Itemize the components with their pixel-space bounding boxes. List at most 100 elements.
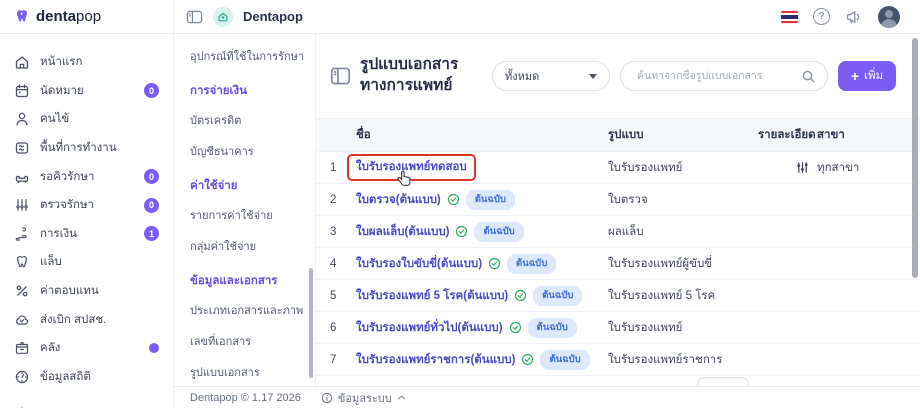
inventory-box-icon [14, 340, 30, 356]
sidebar-item-label: พื้นที่การทำงาน [40, 139, 117, 157]
sidebar-item-patients[interactable]: คนไข้ [0, 105, 173, 134]
thai-flag-language-icon[interactable] [781, 11, 798, 23]
queue-count-badge: 0 [144, 169, 159, 184]
row-format: ใบรับรองแพทย์ 5 โรค [608, 287, 758, 305]
subsidebar-item-bank-account[interactable]: บัญชีธนาคาร [190, 135, 305, 166]
table-row[interactable]: 4 ใบรับรองใบขับขี่(ต้นแบบ) ต้นฉบับ ใบรับ… [316, 248, 920, 280]
template-name-link[interactable]: ใบตรวจ(ต้นแบบ) [356, 191, 441, 209]
help-icon[interactable]: ? [813, 8, 830, 25]
subsidebar-item-expense-list[interactable]: รายการค่าใช้จ่าย [190, 199, 305, 230]
sidebar-item-home[interactable]: หน้าแรก [0, 48, 173, 77]
tooth-logo-icon [13, 8, 31, 26]
verified-check-icon [455, 225, 468, 238]
sidebar-item-treatment-queue[interactable]: รอคิวรักษา 0 [0, 162, 173, 191]
original-badge: ต้นฉบับ [466, 190, 515, 210]
original-badge: ต้นฉบับ [528, 318, 577, 338]
announcement-megaphone-icon[interactable] [845, 9, 863, 25]
sidebar-item-lab[interactable]: แล็บ [0, 248, 173, 277]
partial-sidebar-item[interactable] [0, 391, 173, 408]
template-name-link[interactable]: ใบรับรองแพทย์ทั่วไป(ต้นแบบ) [356, 319, 503, 337]
search-box[interactable] [620, 61, 828, 91]
sidebar-item-nhso-claims[interactable]: ส่งเบิก สปสช. [0, 305, 173, 334]
search-icon [801, 69, 816, 84]
workspace-title[interactable]: Dentapop [243, 9, 303, 24]
table-row[interactable]: 7 ใบรับรองแพทย์ราชการ(ต้นแบบ) ต้นฉบับ ใบ… [316, 344, 920, 376]
subsidebar-scrollbar[interactable] [309, 268, 313, 378]
examination-count-badge: 0 [144, 198, 159, 213]
calendar-icon [14, 83, 30, 99]
row-format: ใบรับรองแพทย์ [608, 159, 758, 177]
table-row[interactable]: 1 ใบรับรองแพทย์ทดสอบ ใบรับรองแพทย์ ทุกสา… [316, 152, 920, 184]
sidebar-collapse-icon[interactable] [186, 9, 203, 25]
filter-dropdown-value: ทั้งหมด [505, 67, 539, 85]
plus-icon: + [851, 69, 859, 83]
main-scrollbar[interactable] [912, 38, 918, 278]
subsidebar-section-data-documents: ข้อมูลและเอกสาร [190, 261, 305, 294]
template-name-link[interactable]: ใบรับรองใบขับขี่(ต้นแบบ) [356, 255, 482, 273]
subsidebar-item-treatment-equipment[interactable]: อุปกรณ์ที่ใช้ในการรักษา [190, 40, 305, 71]
row-details-sliders-icon[interactable] [796, 161, 809, 174]
patient-icon [14, 111, 30, 127]
table-row[interactable]: 5 ใบรับรองแพทย์ 5 โรค(ต้นแบบ) ต้นฉบับ ใบ… [316, 280, 920, 312]
clinic-avatar[interactable] [213, 7, 233, 27]
template-name-link[interactable]: ใบผลแล็บ(ต้นแบบ) [356, 223, 449, 241]
sidebar-item-workspace[interactable]: พื้นที่การทำงาน [0, 134, 173, 163]
sidebar-item-label: ข้อมูลสถิติ [40, 368, 91, 386]
row-number: 3 [316, 226, 356, 238]
filter-dropdown[interactable]: ทั้งหมด [492, 61, 610, 91]
workspace-icon [14, 140, 30, 156]
add-button[interactable]: + เพิ่ม [838, 61, 896, 91]
sidebar-item-compensation[interactable]: ค่าตอบแทน [0, 277, 173, 306]
cloud-check-icon [14, 312, 30, 328]
verified-check-icon [447, 193, 460, 206]
partial-icon [14, 397, 30, 408]
sidebar-item-finance[interactable]: การเงิน 1 [0, 220, 173, 249]
sidebar-item-appointments[interactable]: นัดหมาย 0 [0, 77, 173, 106]
template-name-link[interactable]: ใบรับรองแพทย์ 5 โรค(ต้นแบบ) [356, 287, 508, 305]
info-icon [321, 392, 333, 404]
sidebar-item-label: ค่าตอบแทน [40, 282, 99, 300]
table-header-row: ชื่อ รูปแบบ รายละเอียด สาขา [316, 118, 920, 152]
statistics-gauge-icon [14, 369, 30, 385]
subsidebar-item-credit-card[interactable]: บัตรเครดิต [190, 104, 305, 135]
subsidebar-item-document-types[interactable]: ประเภทเอกสารและภาพ [190, 294, 305, 325]
user-avatar[interactable] [878, 6, 900, 28]
brand-name: dentapop [36, 8, 101, 25]
table-row[interactable]: 6 ใบรับรองแพทย์ทั่วไป(ต้นแบบ) ต้นฉบับ ใบ… [316, 312, 920, 344]
row-number: 6 [316, 322, 356, 334]
settings-subsidebar: อุปกรณ์ที่ใช้ในการรักษา การจ่ายเงิน บัตร… [174, 34, 316, 386]
sidebar-item-label: คลัง [40, 339, 60, 357]
system-info-toggle[interactable]: ข้อมูลระบบ [321, 389, 406, 407]
sidebar-item-label: คนไข้ [40, 110, 69, 128]
sidebar-item-label: ตรวจรักษา [40, 196, 94, 214]
table-row[interactable]: 2 ใบตรวจ(ต้นแบบ) ต้นฉบับ ใบตรวจ [316, 184, 920, 216]
sidebar-item-examination[interactable]: ตรวจรักษา 0 [0, 191, 173, 220]
search-input[interactable] [635, 69, 795, 83]
tooth-icon [14, 254, 30, 270]
subsidebar-item-expense-groups[interactable]: กลุ่มค่าใช้จ่าย [190, 230, 305, 261]
pagination-partial-control[interactable] [697, 377, 749, 386]
original-badge: ต้นฉบับ [474, 222, 523, 242]
row-format: ใบรับรองแพทย์ราชการ [608, 351, 758, 369]
finance-count-badge: 1 [144, 226, 159, 241]
column-header-format: รูปแบบ [608, 126, 758, 144]
dental-tools-icon [14, 197, 30, 213]
sidebar-item-statistics[interactable]: ข้อมูลสถิติ [0, 363, 173, 392]
footer-bar: Dentapop © 1.17 2026 ข้อมูลระบบ [174, 386, 920, 408]
copyright-text: Dentapop © 1.17 2026 [190, 392, 301, 404]
subsidebar-item-document-templates[interactable]: รูปแบบเอกสาร [190, 356, 305, 386]
subsidebar-section-payments: การจ่ายเงิน [190, 71, 305, 104]
sidebar-item-label: ส่งเบิก สปสช. [40, 311, 106, 329]
sidebar-item-inventory[interactable]: คลัง [0, 334, 173, 363]
mouse-cursor-icon [396, 169, 413, 188]
table-row[interactable]: 3 ใบผลแล็บ(ต้นแบบ) ต้นฉบับ ผลแล็บ [316, 216, 920, 248]
sidebar-item-label: แล็บ [40, 253, 62, 271]
sidebar-item-label: หน้าแรก [40, 53, 82, 71]
column-header-name: ชื่อ [356, 126, 608, 144]
brand-logo[interactable]: dentapop [0, 0, 174, 33]
sidebar-item-label: รอคิวรักษา [40, 168, 94, 186]
template-name-link[interactable]: ใบรับรองแพทย์ราชการ(ต้นแบบ) [356, 351, 515, 369]
subsidebar-item-document-numbers[interactable]: เลขที่เอกสาร [190, 325, 305, 356]
row-format: ผลแล็บ [608, 223, 758, 241]
sidebar-item-label: นัดหมาย [40, 82, 84, 100]
